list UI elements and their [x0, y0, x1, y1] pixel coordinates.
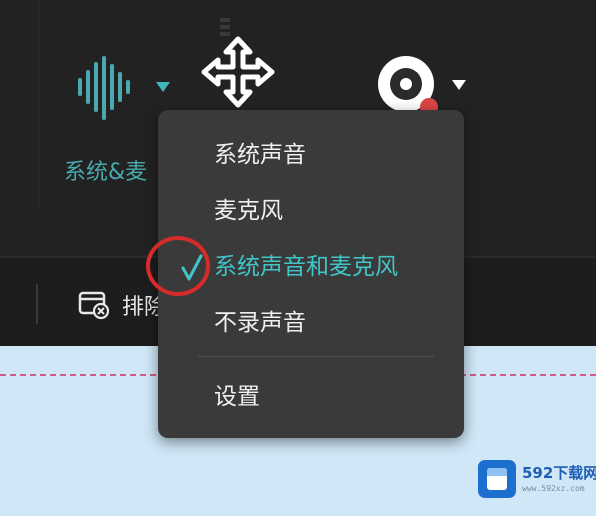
move-arrows-icon[interactable]: [196, 36, 280, 108]
watermark-logo-icon: [478, 460, 516, 498]
small-handle-icon: [220, 18, 230, 36]
audio-source-label[interactable]: 系统&麦: [64, 154, 147, 186]
webcam-lens-dot: [400, 78, 412, 90]
toolbar-divider: [38, 0, 39, 210]
audio-source-dropdown-caret[interactable]: [156, 82, 170, 92]
menu-item-no-audio[interactable]: 不录声音: [214, 308, 306, 338]
watermark: 592下载网 www.592xz.com: [478, 460, 596, 500]
waveform-icon[interactable]: [74, 56, 142, 120]
watermark-brand: 592下载网: [522, 464, 596, 482]
menu-item-microphone[interactable]: 麦克风: [214, 196, 283, 226]
menu-item-settings[interactable]: 设置: [214, 382, 260, 412]
highlight-circle-annotation: [146, 236, 210, 296]
menu-item-system-audio[interactable]: 系统声音: [214, 140, 306, 170]
exclude-window-icon[interactable]: [78, 290, 110, 320]
webcam-lens: [390, 68, 422, 100]
menu-separator: [198, 356, 434, 357]
secondary-toolbar-divider: [36, 284, 38, 324]
watermark-url: www.592xz.com: [522, 484, 585, 493]
menu-item-system-and-microphone[interactable]: 系统声音和麦克风: [214, 252, 398, 282]
webcam-dropdown-caret[interactable]: [452, 80, 466, 90]
